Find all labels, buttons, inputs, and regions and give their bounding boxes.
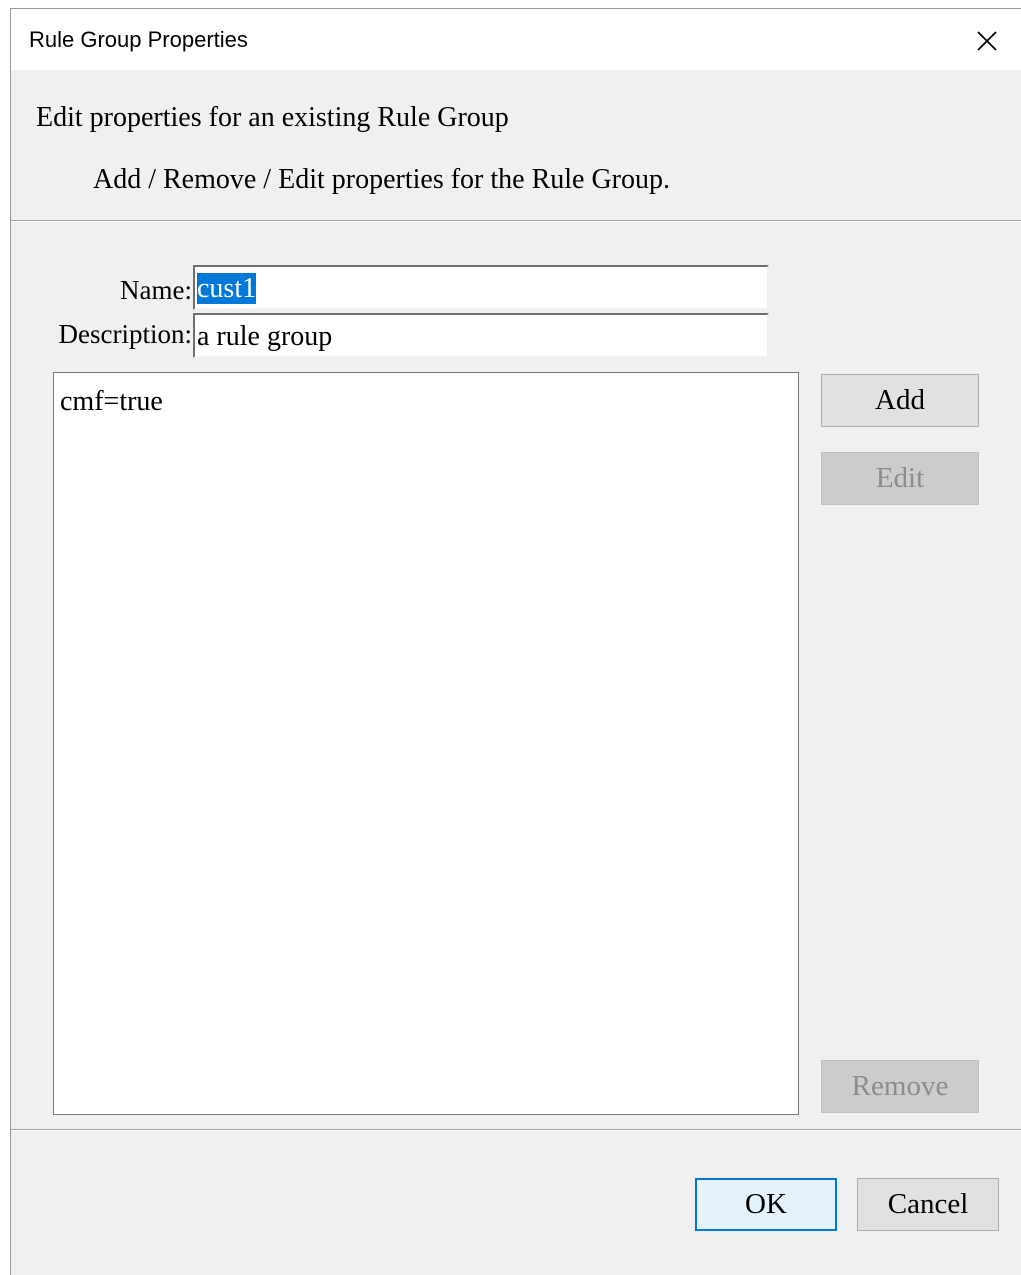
ok-button[interactable]: OK	[695, 1178, 837, 1231]
name-label: Name:	[120, 275, 192, 305]
header-subtitle: Add / Remove / Edit properties for the R…	[93, 164, 670, 195]
cancel-button[interactable]: Cancel	[857, 1178, 999, 1231]
description-field[interactable]: a rule group	[193, 313, 769, 358]
remove-button[interactable]: Remove	[821, 1060, 979, 1113]
window-title: Rule Group Properties	[29, 27, 248, 52]
title-bar[interactable]: Rule Group Properties	[11, 9, 1021, 70]
list-item[interactable]: cmf=true	[60, 386, 163, 418]
properties-list[interactable]: cmf=true	[53, 372, 799, 1115]
header-divider	[11, 220, 1021, 222]
close-button[interactable]	[967, 21, 1007, 61]
close-icon	[977, 31, 997, 51]
footer-divider	[11, 1129, 1021, 1131]
name-field-value: cust1	[197, 273, 257, 304]
name-field[interactable]: cust1	[193, 265, 769, 310]
description-field-value: a rule group	[197, 321, 333, 352]
dialog-header: Edit properties for an existing Rule Gro…	[11, 70, 1021, 220]
header-title: Edit properties for an existing Rule Gro…	[36, 102, 509, 133]
rule-group-properties-dialog: Rule Group Properties Edit properties fo…	[10, 8, 1021, 1275]
edit-button[interactable]: Edit	[821, 452, 979, 505]
add-button[interactable]: Add	[821, 374, 979, 427]
description-label: Description:	[58, 319, 192, 349]
